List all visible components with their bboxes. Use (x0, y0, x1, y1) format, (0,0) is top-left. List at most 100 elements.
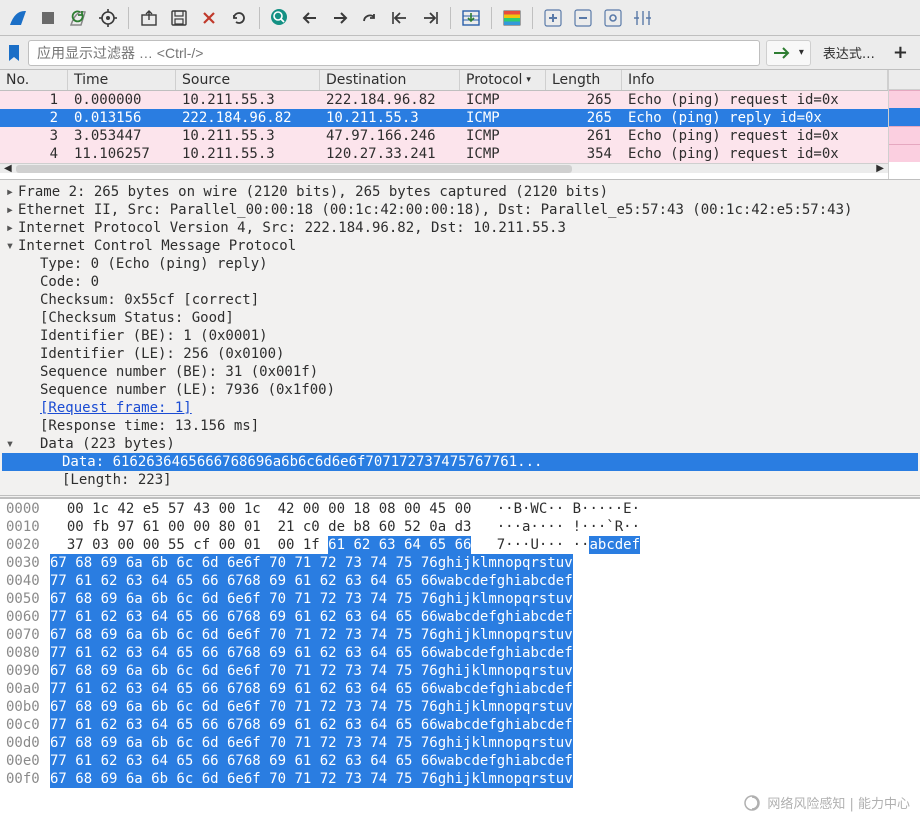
bookmark-icon[interactable] (6, 43, 22, 63)
toolbar-separator (259, 7, 260, 29)
hex-row[interactable]: 0000 00 1c 42 e5 57 43 00 1c 42 00 00 18… (0, 500, 920, 518)
hex-row[interactable]: 0020 37 03 00 00 55 cf 00 01 00 1f 61 62… (0, 536, 920, 554)
zoom-reset-icon[interactable] (599, 4, 627, 32)
detail-row[interactable]: ▸Frame 2: 265 bytes on wire (2120 bits),… (2, 183, 918, 201)
stop-icon[interactable] (34, 4, 62, 32)
scroll-thumb[interactable] (16, 165, 573, 173)
packet-list-pane: No. Time Source Destination Protocol▾ Le… (0, 70, 920, 180)
hex-row[interactable]: 00f0 67 68 69 6a 6b 6c 6d 6e 6f 70 71 72… (0, 770, 920, 788)
autoscroll-icon[interactable] (457, 4, 485, 32)
detail-row[interactable]: [Response time: 13.156 ms] (2, 417, 918, 435)
detail-row[interactable]: [Length: 223] (2, 471, 918, 489)
open-icon[interactable] (135, 4, 163, 32)
packet-bytes-pane[interactable]: 0000 00 1c 42 e5 57 43 00 1c 42 00 00 18… (0, 498, 920, 818)
first-icon[interactable] (386, 4, 414, 32)
hex-row[interactable]: 00e0 77 61 62 63 64 65 66 67 68 69 61 62… (0, 752, 920, 770)
col-info[interactable]: Info (622, 70, 888, 90)
save-icon[interactable] (165, 4, 193, 32)
packet-row[interactable]: 10.00000010.211.55.3222.184.96.82ICMP265… (0, 91, 888, 109)
detail-row[interactable]: [Request frame: 1] (2, 399, 918, 417)
packet-row[interactable]: 20.013156222.184.96.8210.211.55.3ICMP265… (0, 109, 888, 127)
detail-row[interactable]: ▾Internet Control Message Protocol (2, 237, 918, 255)
twisty-icon[interactable]: ▸ (2, 201, 18, 219)
zoom-in-icon[interactable] (539, 4, 567, 32)
forward-icon[interactable] (326, 4, 354, 32)
packet-list-header: No. Time Source Destination Protocol▾ Le… (0, 70, 888, 91)
scroll-right-icon[interactable]: ▶ (876, 163, 884, 174)
detail-row[interactable]: Data: 6162636465666768696a6b6c6d6e6f7071… (2, 453, 918, 471)
packet-row[interactable]: 411.10625710.211.55.3120.27.33.241ICMP35… (0, 145, 888, 163)
zoom-out-icon[interactable] (569, 4, 597, 32)
detail-text: Sequence number (BE): 31 (0x001f) (40, 363, 318, 381)
detail-row[interactable]: ▸Internet Protocol Version 4, Src: 222.1… (2, 219, 918, 237)
detail-row[interactable]: Type: 0 (Echo (ping) reply) (2, 255, 918, 273)
back-icon[interactable] (296, 4, 324, 32)
find-icon[interactable] (266, 4, 294, 32)
apply-filter-button[interactable]: ▾ (766, 40, 811, 66)
hex-row[interactable]: 00d0 67 68 69 6a 6b 6c 6d 6e 6f 70 71 72… (0, 734, 920, 752)
hex-row[interactable]: 0030 67 68 69 6a 6b 6c 6d 6e 6f 70 71 72… (0, 554, 920, 572)
twisty-icon[interactable]: ▾ (2, 237, 18, 255)
detail-text: Data (223 bytes) (40, 435, 175, 453)
col-destination[interactable]: Destination (320, 70, 460, 90)
hex-row[interactable]: 0070 67 68 69 6a 6b 6c 6d 6e 6f 70 71 72… (0, 626, 920, 644)
expression-button[interactable]: 表达式… (817, 40, 881, 66)
scroll-left-icon[interactable]: ◀ (4, 163, 12, 174)
close-icon[interactable] (195, 4, 223, 32)
hex-row[interactable]: 0050 67 68 69 6a 6b 6c 6d 6e 6f 70 71 72… (0, 590, 920, 608)
detail-row[interactable]: Sequence number (LE): 7936 (0x1f00) (2, 381, 918, 399)
detail-text: Code: 0 (40, 273, 99, 291)
detail-text: [Checksum Status: Good] (40, 309, 234, 327)
packet-list-body[interactable]: 10.00000010.211.55.3222.184.96.82ICMP265… (0, 91, 888, 163)
detail-row[interactable]: Checksum: 0x55cf [correct] (2, 291, 918, 309)
expression-label: 表达式… (823, 43, 875, 62)
col-source[interactable]: Source (176, 70, 320, 90)
packet-row[interactable]: 33.05344710.211.55.347.97.166.246ICMP261… (0, 127, 888, 145)
toolbar-separator (450, 7, 451, 29)
hex-row[interactable]: 00c0 77 61 62 63 64 65 66 67 68 69 61 62… (0, 716, 920, 734)
detail-text: Internet Protocol Version 4, Src: 222.18… (18, 219, 566, 237)
display-filter-input[interactable] (28, 40, 760, 66)
detail-row[interactable]: Sequence number (BE): 31 (0x001f) (2, 363, 918, 381)
add-filter-button[interactable]: + (887, 40, 914, 66)
detail-row[interactable]: ▾ Data (223 bytes) (2, 435, 918, 453)
restart-icon[interactable] (64, 4, 92, 32)
last-icon[interactable] (416, 4, 444, 32)
twisty-icon[interactable]: ▸ (2, 219, 18, 237)
detail-row[interactable]: [Checksum Status: Good] (2, 309, 918, 327)
twisty-icon[interactable]: ▸ (2, 183, 18, 201)
col-no[interactable]: No. (0, 70, 68, 90)
col-time[interactable]: Time (68, 70, 176, 90)
hex-row[interactable]: 0080 77 61 62 63 64 65 66 67 68 69 61 62… (0, 644, 920, 662)
hex-row[interactable]: 0090 67 68 69 6a 6b 6c 6d 6e 6f 70 71 72… (0, 662, 920, 680)
toolbar-separator (491, 7, 492, 29)
packet-minimap[interactable] (888, 70, 920, 179)
twisty-icon[interactable]: ▾ (2, 435, 18, 453)
detail-row[interactable]: Code: 0 (2, 273, 918, 291)
resize-cols-icon[interactable] (629, 4, 657, 32)
packet-list-hscroll[interactable]: ◀ ▶ (0, 163, 888, 173)
main-toolbar (0, 0, 920, 36)
packet-details-pane[interactable]: ▸Frame 2: 265 bytes on wire (2120 bits),… (0, 180, 920, 498)
hex-row[interactable]: 0010 00 fb 97 61 00 00 80 01 21 c0 de b8… (0, 518, 920, 536)
detail-row[interactable]: Identifier (LE): 256 (0x0100) (2, 345, 918, 363)
detail-text: [Response time: 13.156 ms] (40, 417, 259, 435)
hex-row[interactable]: 0040 77 61 62 63 64 65 66 67 68 69 61 62… (0, 572, 920, 590)
hex-row[interactable]: 00b0 67 68 69 6a 6b 6c 6d 6e 6f 70 71 72… (0, 698, 920, 716)
colorize-icon[interactable] (498, 4, 526, 32)
sort-caret-icon: ▾ (526, 75, 531, 85)
options-icon[interactable] (94, 4, 122, 32)
detail-text: Internet Control Message Protocol (18, 237, 296, 255)
shark-fin-icon[interactable] (4, 4, 32, 32)
goto-icon[interactable] (356, 4, 384, 32)
hex-row[interactable]: 0060 77 61 62 63 64 65 66 67 68 69 61 62… (0, 608, 920, 626)
detail-text: Identifier (LE): 256 (0x0100) (40, 345, 284, 363)
detail-row[interactable]: Identifier (BE): 1 (0x0001) (2, 327, 918, 345)
reload-icon[interactable] (225, 4, 253, 32)
col-length[interactable]: Length (546, 70, 622, 90)
hex-row[interactable]: 00a0 77 61 62 63 64 65 66 67 68 69 61 62… (0, 680, 920, 698)
detail-row[interactable]: ▸Ethernet II, Src: Parallel_00:00:18 (00… (2, 201, 918, 219)
toolbar-separator (532, 7, 533, 29)
detail-text: Type: 0 (Echo (ping) reply) (40, 255, 268, 273)
col-protocol[interactable]: Protocol▾ (460, 70, 546, 90)
